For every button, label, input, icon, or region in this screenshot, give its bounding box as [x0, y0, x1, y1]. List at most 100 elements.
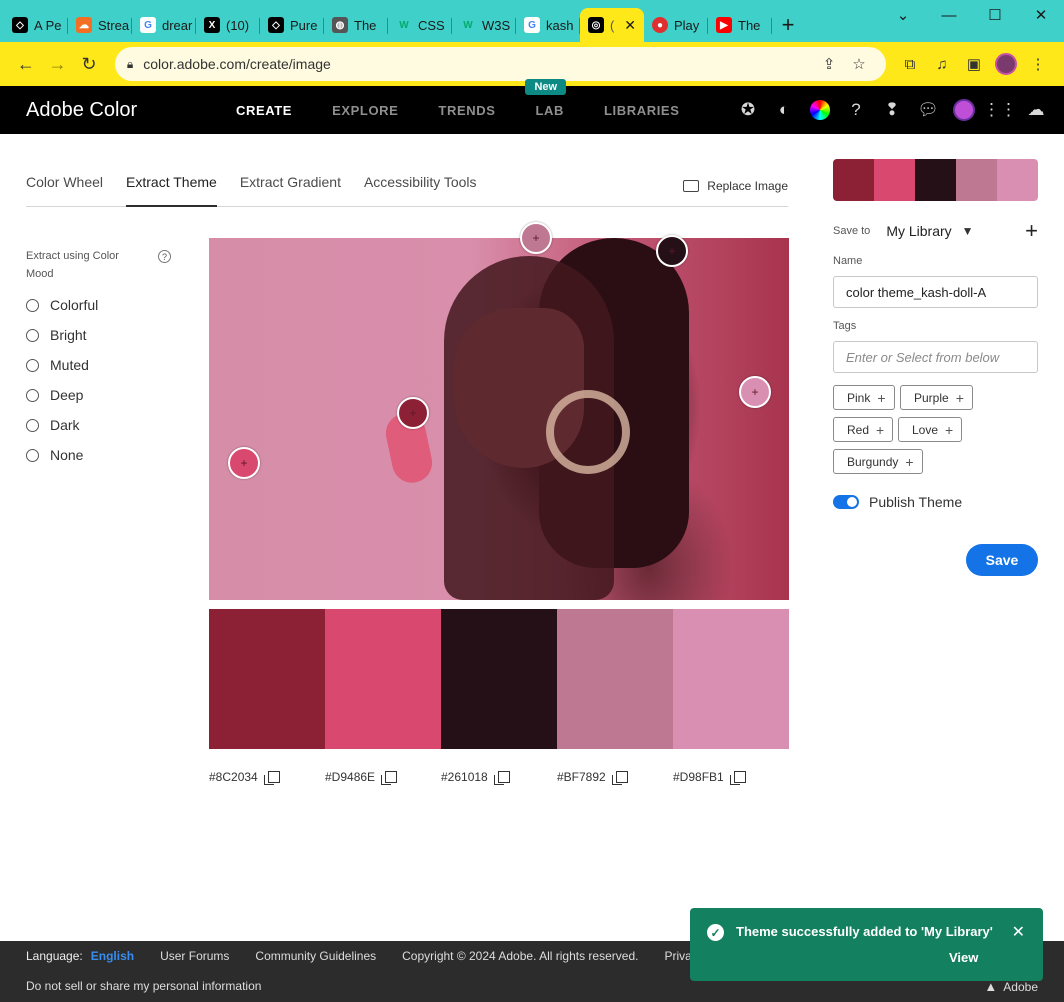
- adobe-logo-icon: ▲: [984, 979, 998, 994]
- tag-chip-pink[interactable]: Pink +: [833, 385, 895, 410]
- nav-explore[interactable]: EXPLORE: [332, 103, 398, 118]
- tags-input[interactable]: Enter or Select from below: [833, 341, 1038, 373]
- color-picker-marker[interactable]: +: [520, 222, 552, 254]
- color-swatch[interactable]: [673, 609, 789, 749]
- tag-chip-red[interactable]: Red +: [833, 417, 894, 442]
- user-avatar[interactable]: [950, 96, 978, 124]
- back-button[interactable]: ←: [10, 48, 42, 80]
- radio-icon[interactable]: [26, 418, 39, 432]
- bookmark-star-icon[interactable]: ☆: [844, 55, 874, 73]
- help-icon[interactable]: ?: [842, 96, 870, 124]
- language-selector[interactable]: Language: English: [26, 949, 134, 963]
- profile-avatar[interactable]: [990, 48, 1022, 80]
- browser-tab[interactable]: ☁ Strea: [68, 8, 132, 42]
- browser-tab[interactable]: ◇ A Pe: [4, 8, 68, 42]
- new-tab-button[interactable]: +: [772, 8, 804, 42]
- mood-option-colorful[interactable]: Colorful: [26, 297, 171, 313]
- copy-icon[interactable]: [263, 771, 280, 785]
- radio-icon[interactable]: [26, 298, 39, 312]
- share-icon[interactable]: ⇪: [814, 55, 844, 73]
- menu-kebab-icon[interactable]: ⋮: [1022, 48, 1054, 80]
- color-wheel-icon[interactable]: [806, 96, 834, 124]
- tag-chip-burgundy[interactable]: Burgundy +: [833, 449, 923, 474]
- help-icon[interactable]: ?: [158, 250, 171, 263]
- color-swatch[interactable]: [557, 609, 673, 749]
- browser-tab[interactable]: W W3S: [452, 8, 516, 42]
- tab-color-wheel[interactable]: Color Wheel: [26, 160, 103, 207]
- close-tab-icon[interactable]: ✕: [624, 17, 636, 34]
- maximize-button[interactable]: ☐: [972, 0, 1018, 30]
- color-swatch[interactable]: [325, 609, 441, 749]
- radio-icon[interactable]: [26, 448, 39, 462]
- radio-icon[interactable]: [26, 388, 39, 402]
- mood-option-deep[interactable]: Deep: [26, 387, 171, 403]
- side-panel-icon[interactable]: ▣: [958, 48, 990, 80]
- x-icon: X: [204, 17, 220, 33]
- browser-tab[interactable]: ▶ The: [708, 8, 772, 42]
- copy-icon[interactable]: [381, 771, 398, 785]
- nav-trends[interactable]: TRENDS: [438, 103, 495, 118]
- add-library-button[interactable]: +: [1025, 218, 1038, 244]
- copy-icon[interactable]: [611, 771, 628, 785]
- minimize-button[interactable]: —: [926, 0, 972, 30]
- browser-tab[interactable]: ◍ The: [324, 8, 388, 42]
- radio-icon[interactable]: [26, 328, 39, 342]
- close-icon[interactable]: ✕: [1012, 922, 1025, 942]
- mood-option-none[interactable]: None: [26, 447, 171, 463]
- save-button[interactable]: Save: [966, 544, 1038, 576]
- browser-tab[interactable]: X (10): [196, 8, 260, 42]
- browser-tab[interactable]: Gdrear: [132, 8, 196, 42]
- address-bar[interactable]: 🔒︎ color.adobe.com/create/image ⇪ ☆: [114, 47, 886, 81]
- media-control-icon[interactable]: ♫: [926, 48, 958, 80]
- mood-option-dark[interactable]: Dark: [26, 417, 171, 433]
- toast-view-link[interactable]: View: [949, 950, 978, 965]
- footer-link-guidelines[interactable]: Community Guidelines: [255, 949, 376, 963]
- tag-chip-purple[interactable]: Purple +: [900, 385, 973, 410]
- star-icon[interactable]: ✪: [734, 96, 762, 124]
- browser-tab[interactable]: ◇ Pure: [260, 8, 324, 42]
- contrast-icon[interactable]: ◐: [770, 96, 798, 124]
- tag-chip-love[interactable]: Love +: [898, 417, 963, 442]
- tab-search-icon[interactable]: ⌄: [880, 0, 926, 30]
- creative-cloud-icon[interactable]: ☁: [1022, 96, 1050, 124]
- nav-lab[interactable]: New LAB: [525, 78, 567, 118]
- color-swatch[interactable]: [209, 609, 325, 749]
- copy-icon[interactable]: [493, 771, 510, 785]
- theme-name-input[interactable]: color theme_kash-doll-A: [833, 276, 1038, 308]
- color-swatch[interactable]: [441, 609, 557, 749]
- nav-create[interactable]: CREATE: [236, 103, 292, 118]
- copy-icon[interactable]: [729, 771, 746, 785]
- color-picker-marker[interactable]: +: [228, 447, 260, 479]
- url-text[interactable]: color.adobe.com/create/image: [143, 56, 814, 72]
- extensions-icon[interactable]: ⧉: [894, 48, 926, 80]
- apps-grid-icon[interactable]: ⋮⋮: [983, 96, 1017, 124]
- browser-tab-active[interactable]: ◎(✕: [580, 8, 644, 42]
- footer-link-dnsmpi[interactable]: Do not sell or share my personal informa…: [26, 979, 261, 993]
- footer-link-forums[interactable]: User Forums: [160, 949, 229, 963]
- tab-accessibility-tools[interactable]: Accessibility Tools: [364, 160, 477, 207]
- browser-tab[interactable]: ● Play: [644, 8, 708, 42]
- forward-button[interactable]: →: [42, 48, 74, 80]
- lock-icon[interactable]: 🔒︎: [127, 57, 133, 72]
- reload-button[interactable]: ↻: [73, 48, 105, 80]
- browser-tab[interactable]: Gkash: [516, 8, 580, 42]
- close-window-button[interactable]: ✕: [1018, 0, 1064, 30]
- mood-option-bright[interactable]: Bright: [26, 327, 171, 343]
- chevron-down-icon[interactable]: ▼: [962, 224, 974, 238]
- chat-icon[interactable]: 💬︎: [914, 96, 942, 124]
- checkmark-icon: ✓: [707, 924, 724, 941]
- mood-option-muted[interactable]: Muted: [26, 357, 171, 373]
- browser-tab[interactable]: W CSS: [388, 8, 452, 42]
- replace-image-button[interactable]: Replace Image: [683, 160, 788, 206]
- feedback-icon[interactable]: ❢: [878, 96, 906, 124]
- tab-extract-gradient[interactable]: Extract Gradient: [240, 160, 341, 207]
- brand-logo[interactable]: Adobe Color: [0, 99, 236, 122]
- color-picker-marker[interactable]: +: [397, 397, 429, 429]
- publish-toggle[interactable]: [833, 495, 859, 509]
- library-dropdown[interactable]: My Library: [886, 223, 951, 239]
- tab-extract-theme[interactable]: Extract Theme: [126, 160, 217, 207]
- nav-libraries[interactable]: LIBRARIES: [604, 103, 679, 118]
- radio-icon[interactable]: [26, 358, 39, 372]
- color-picker-marker[interactable]: +: [739, 376, 771, 408]
- color-picker-marker[interactable]: +: [656, 235, 688, 267]
